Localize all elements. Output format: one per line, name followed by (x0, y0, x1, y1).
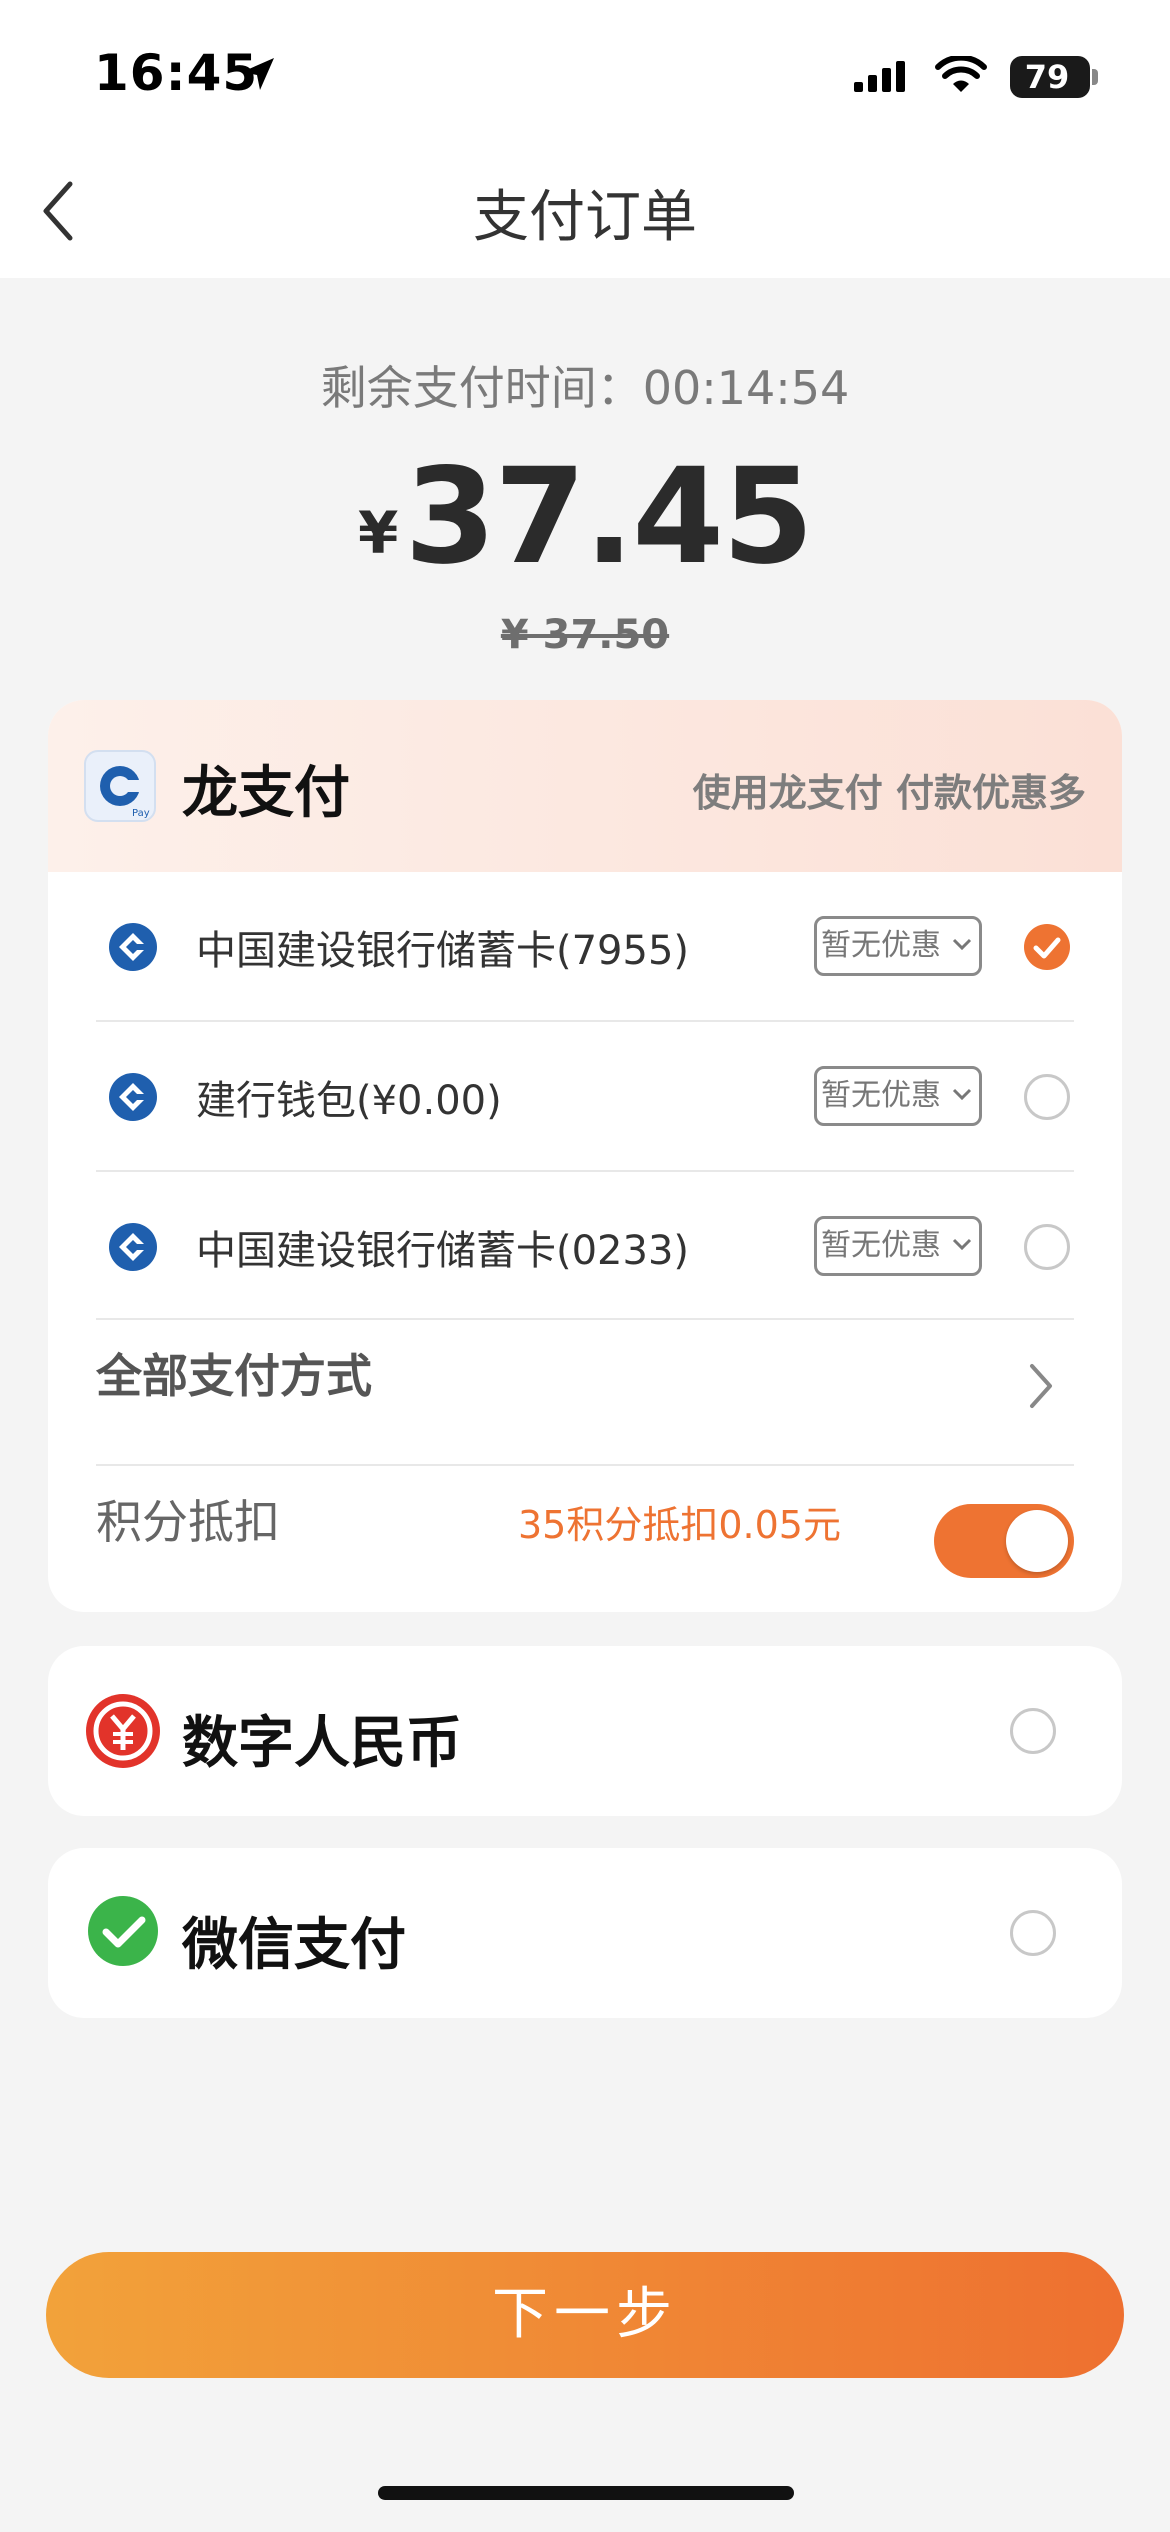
promo-text: 暂无优惠 (821, 1078, 941, 1113)
longpay-card: Pay 龙支付 使用龙支付 付款优惠多 中国建设银行储蓄卡(7955) 暂无优惠 (48, 700, 1122, 1612)
chevron-down-icon (952, 938, 972, 951)
promo-text: 暂无优惠 (821, 1228, 941, 1263)
battery-level: 79 (1024, 58, 1070, 96)
ccb-bank-icon (109, 1223, 157, 1271)
chevron-down-icon (952, 1238, 972, 1251)
option-label: 中国建设银行储蓄卡(7955) (196, 928, 690, 974)
wechat-pay-icon (88, 1896, 158, 1966)
chevron-right-icon[interactable] (1026, 1362, 1056, 1410)
points-deduction-label: 积分抵扣 (96, 1495, 280, 1549)
payment-option-row[interactable]: 中国建设银行储蓄卡(0233) 暂无优惠 (48, 1172, 1122, 1320)
checkmark-icon (1033, 937, 1061, 959)
battery-tip (1092, 69, 1098, 85)
method-radio[interactable] (1010, 1708, 1056, 1754)
ccb-bank-icon (109, 1073, 157, 1121)
promo-dropdown[interactable]: 暂无优惠 (814, 1066, 982, 1126)
ccb-bank-icon (109, 923, 157, 971)
wifi-icon (935, 56, 987, 92)
longpay-title: 龙支付 (182, 761, 350, 826)
points-toggle[interactable] (934, 1504, 1074, 1578)
payment-option-row[interactable]: 中国建设银行储蓄卡(7955) 暂无优惠 (48, 872, 1122, 1020)
method-title: 微信支付 (182, 1913, 406, 1978)
status-time: 16:45 (94, 44, 259, 102)
promo-text: 暂无优惠 (821, 928, 941, 963)
option-radio[interactable] (1024, 1074, 1070, 1120)
option-radio-checked[interactable] (1024, 924, 1070, 970)
original-amount: ¥ 37.50 (500, 612, 670, 658)
method-title: 数字人民币 (182, 1711, 462, 1776)
option-label: 建行钱包(¥0.00) (196, 1078, 502, 1124)
payment-order-screen: 16:45 79 支付订单 剩余支付时间：00:14:54 ¥37.45 ¥ 3… (0, 0, 1170, 2532)
promo-dropdown[interactable]: 暂无优惠 (814, 1216, 982, 1276)
svg-text:Pay: Pay (132, 808, 150, 819)
toggle-knob (1006, 1510, 1068, 1572)
option-radio[interactable] (1024, 1224, 1070, 1270)
ccb-pay-logo-icon: Pay (84, 750, 156, 822)
longpay-header: Pay 龙支付 使用龙支付 付款优惠多 (48, 700, 1122, 872)
location-arrow-icon (242, 58, 274, 90)
payment-option-row[interactable]: 建行钱包(¥0.00) 暂无优惠 (48, 1022, 1122, 1170)
divider (96, 1318, 1074, 1320)
cellular-signal-icon (854, 61, 905, 92)
payment-countdown: 剩余支付时间：00:14:54 (320, 361, 850, 415)
home-indicator (378, 2486, 794, 2500)
wechat-pay-card[interactable]: 微信支付 (48, 1848, 1122, 2018)
battery-indicator: 79 (1010, 56, 1098, 98)
payment-amount: ¥37.45 (0, 440, 1170, 594)
option-label: 中国建设银行储蓄卡(0233) (196, 1228, 690, 1274)
method-radio[interactable] (1010, 1910, 1056, 1956)
amount-value: 37.45 (404, 440, 814, 594)
points-deduction-value: 35积分抵扣0.05元 (518, 1503, 841, 1547)
promo-dropdown[interactable]: 暂无优惠 (814, 916, 982, 976)
longpay-promo: 使用龙支付 付款优惠多 (692, 771, 1086, 815)
currency-symbol: ¥ (358, 499, 399, 568)
page-title: 支付订单 (473, 185, 697, 250)
all-payment-methods-link[interactable]: 全部支付方式 (96, 1340, 372, 1406)
chevron-down-icon (952, 1088, 972, 1101)
digital-rmb-card[interactable]: 数字人民币 (48, 1646, 1122, 1816)
digital-rmb-icon (86, 1694, 160, 1768)
next-step-button[interactable]: 下一步 (46, 2252, 1124, 2378)
divider (96, 1464, 1074, 1466)
